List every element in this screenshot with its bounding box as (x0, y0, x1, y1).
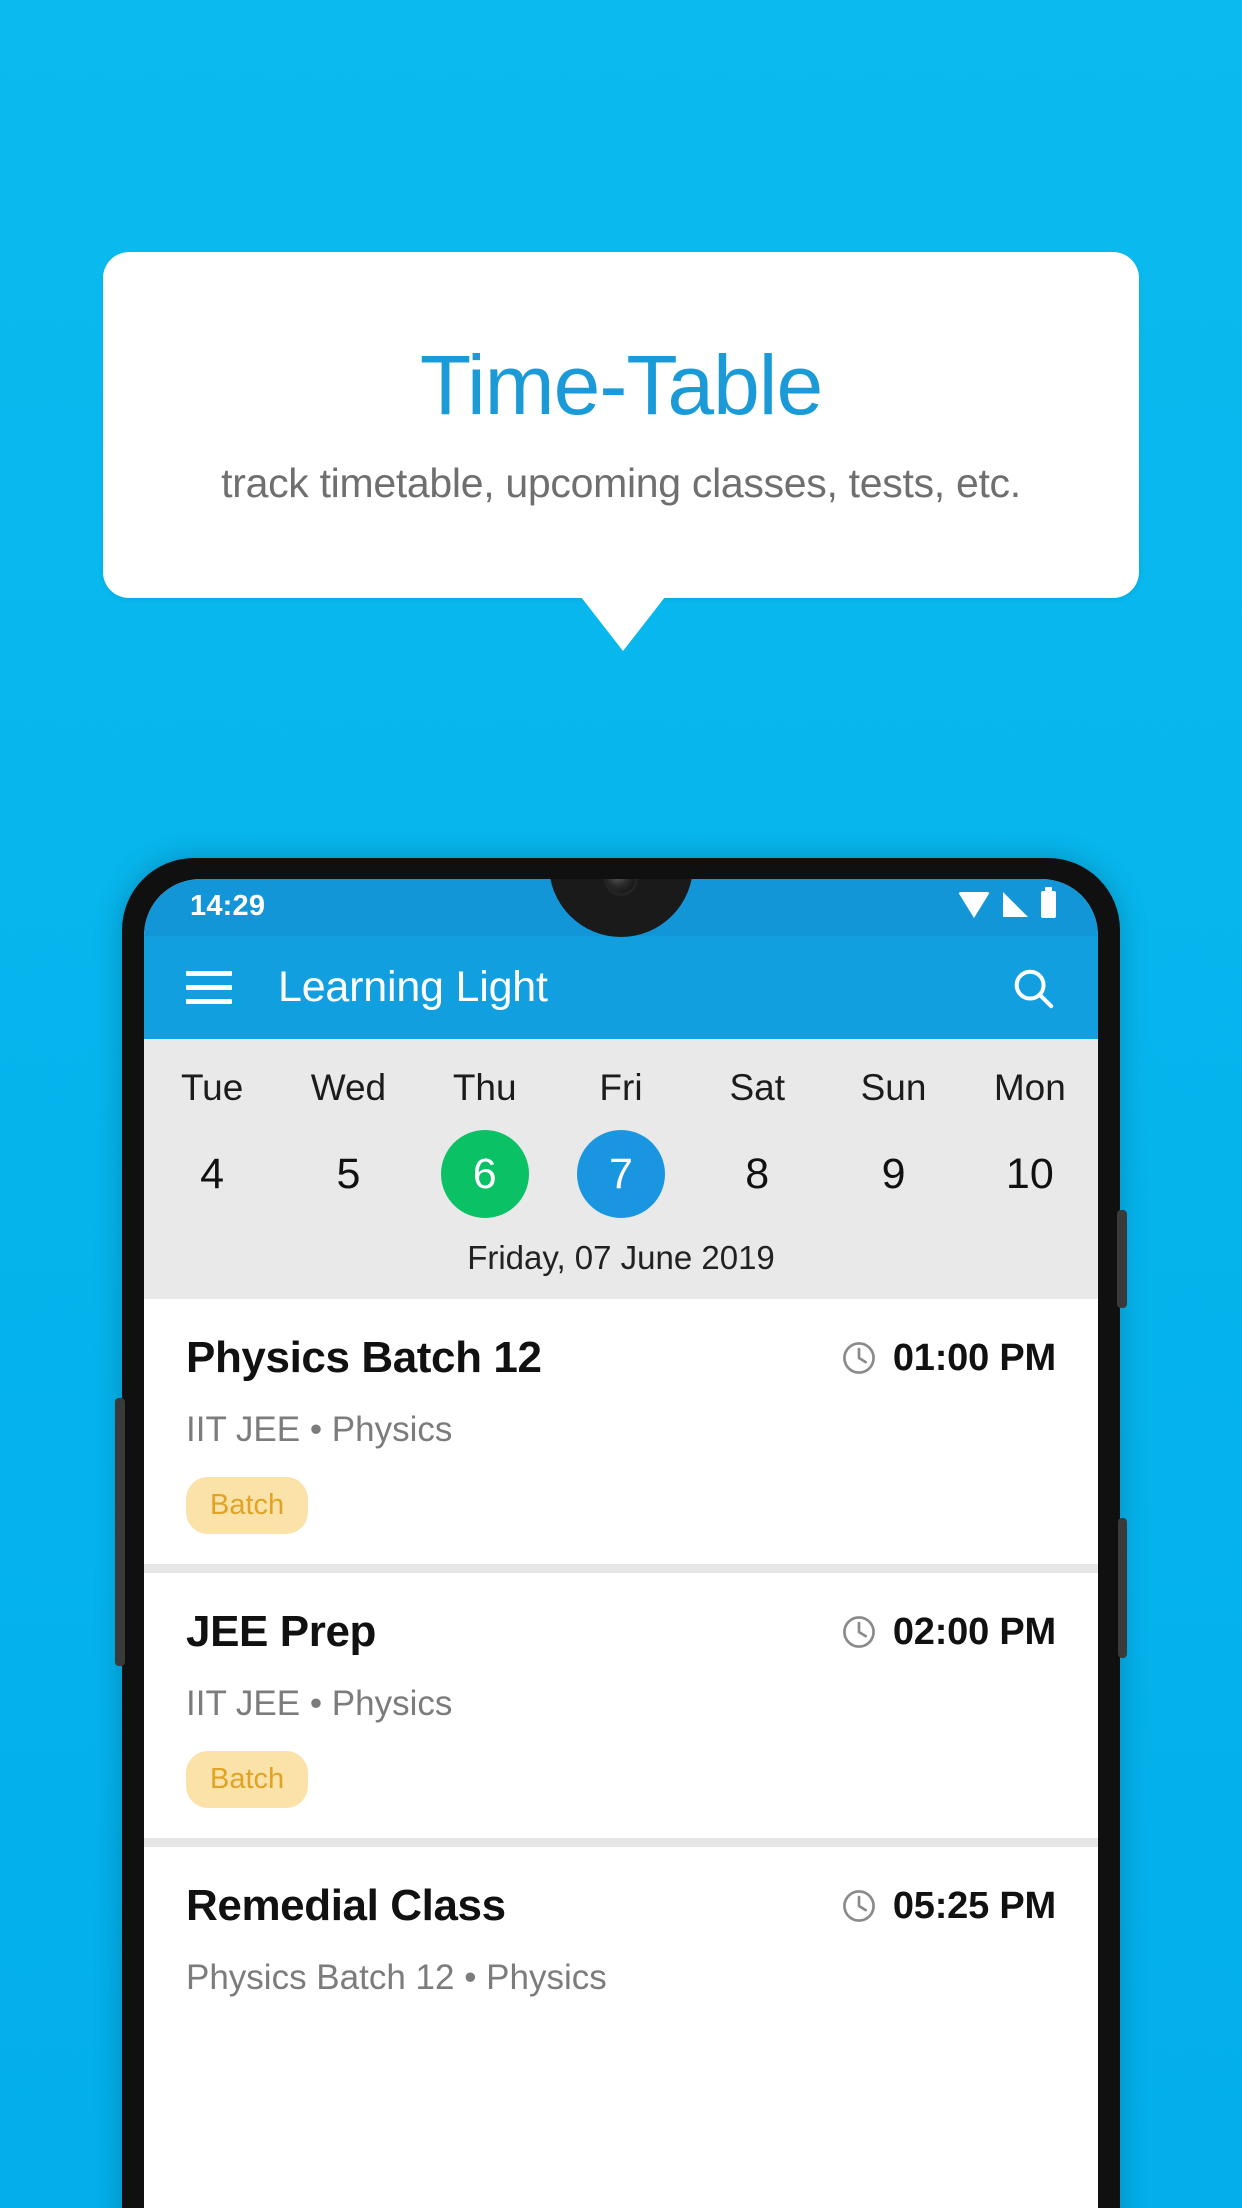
class-subtitle: Physics Batch 12 • Physics (186, 1958, 607, 1997)
day-label: Tue (180, 1067, 244, 1108)
clock-icon (842, 1890, 875, 1922)
date-number: 7 (576, 1130, 665, 1218)
list-item-header: JEE Prep 02:00 PM (186, 1607, 1056, 1657)
class-time-group: 05:25 PM (840, 1885, 1056, 1928)
schedule-list: Physics Batch 12 01:00 PM IIT JEE • Phys… (144, 1299, 1098, 2028)
clock-icon (842, 1342, 875, 1374)
phone-bezel: 14:29 Learning Light Tue Wed Thu Fri Sat… (144, 879, 1098, 2208)
status-bar: 14:29 (144, 879, 1098, 937)
power-button[interactable] (1117, 1210, 1127, 1308)
front-camera-icon (607, 879, 635, 893)
day-label: Wed (310, 1067, 387, 1108)
list-item[interactable]: Remedial Class 05:25 PM Physics Batch 12… (144, 1847, 1098, 2028)
app-title: Learning Light (278, 963, 548, 1011)
date-cell[interactable]: 4 (144, 1127, 280, 1221)
day-label: Sat (729, 1067, 786, 1108)
class-subtitle: IIT JEE • Physics (186, 1684, 453, 1723)
hamburger-line (186, 971, 232, 976)
status-badge: Batch (186, 1751, 309, 1808)
phone-screen: 14:29 Learning Light Tue Wed Thu Fri Sat… (144, 879, 1098, 2208)
date-cell[interactable]: 9 (825, 1127, 961, 1221)
class-time-group: 02:00 PM (840, 1611, 1056, 1654)
promo-title: Time-Table (419, 337, 823, 432)
phone-mockup: 14:29 Learning Light Tue Wed Thu Fri Sat… (115, 858, 1127, 2208)
date-number: 10 (1005, 1149, 1054, 1198)
class-time: 02:00 PM (892, 1610, 1056, 1653)
class-subtitle: IIT JEE • Physics (186, 1410, 453, 1449)
day-label-row: Tue Wed Thu Fri Sat Sun Mon (144, 1061, 1098, 1115)
list-item[interactable]: Physics Batch 12 01:00 PM IIT JEE • Phys… (144, 1299, 1098, 1564)
wifi-icon (958, 891, 990, 918)
hamburger-line (186, 999, 232, 1004)
date-number: 4 (200, 1149, 225, 1198)
promo-card: Time-Table track timetable, upcoming cla… (103, 252, 1139, 598)
day-label: Thu (452, 1067, 517, 1108)
date-cell[interactable]: 5 (280, 1127, 416, 1221)
date-cell-selected[interactable]: 7 (553, 1127, 689, 1221)
date-number: 5 (336, 1149, 361, 1198)
notch (549, 879, 693, 937)
hamburger-line (186, 985, 232, 990)
status-bar-time: 14:29 (190, 890, 266, 922)
date-cell[interactable]: 10 (962, 1127, 1098, 1221)
badge-row: Batch (186, 1751, 1056, 1808)
day-label: Fri (599, 1067, 643, 1108)
list-item[interactable]: JEE Prep 02:00 PM IIT JEE • Physics Batc… (144, 1573, 1098, 1838)
date-number-row: 4 5 6 7 8 9 10 (144, 1127, 1098, 1221)
class-title: Remedial Class (186, 1881, 506, 1930)
day-label: Mon (993, 1067, 1066, 1108)
day-label: Sun (860, 1067, 927, 1108)
class-title: JEE Prep (186, 1607, 377, 1656)
date-cell-today[interactable]: 6 (417, 1127, 553, 1221)
hamburger-menu-icon[interactable] (186, 971, 232, 1004)
class-time: 05:25 PM (892, 1884, 1056, 1927)
status-badge: Batch (186, 1477, 309, 1534)
list-item-header: Remedial Class 05:25 PM (186, 1881, 1056, 1931)
date-number: 8 (745, 1149, 770, 1198)
date-number: 9 (881, 1149, 906, 1198)
status-bar-icons (958, 887, 1056, 918)
battery-icon (1041, 887, 1056, 918)
selected-date-label: Friday, 07 June 2019 (467, 1239, 775, 1276)
promo-bubble-tail (581, 597, 665, 651)
list-item-header: Physics Batch 12 01:00 PM (186, 1333, 1056, 1383)
date-strip: Tue Wed Thu Fri Sat Sun Mon 4 5 6 7 8 9 … (144, 1039, 1098, 1299)
promo-subtitle: track timetable, upcoming classes, tests… (221, 460, 1021, 507)
class-time: 01:00 PM (892, 1336, 1056, 1379)
date-cell[interactable]: 8 (689, 1127, 825, 1221)
app-bar: Learning Light (144, 936, 1098, 1039)
badge-row: Batch (186, 1477, 1056, 1534)
search-icon[interactable] (1010, 965, 1056, 1011)
class-time-group: 01:00 PM (840, 1337, 1056, 1380)
volume-rocker-button[interactable] (115, 1398, 125, 1666)
clock-icon (842, 1616, 875, 1648)
signal-icon (1003, 892, 1028, 917)
date-number: 6 (440, 1130, 529, 1218)
class-title: Physics Batch 12 (186, 1333, 542, 1382)
side-button-right-lower[interactable] (1118, 1518, 1127, 1658)
